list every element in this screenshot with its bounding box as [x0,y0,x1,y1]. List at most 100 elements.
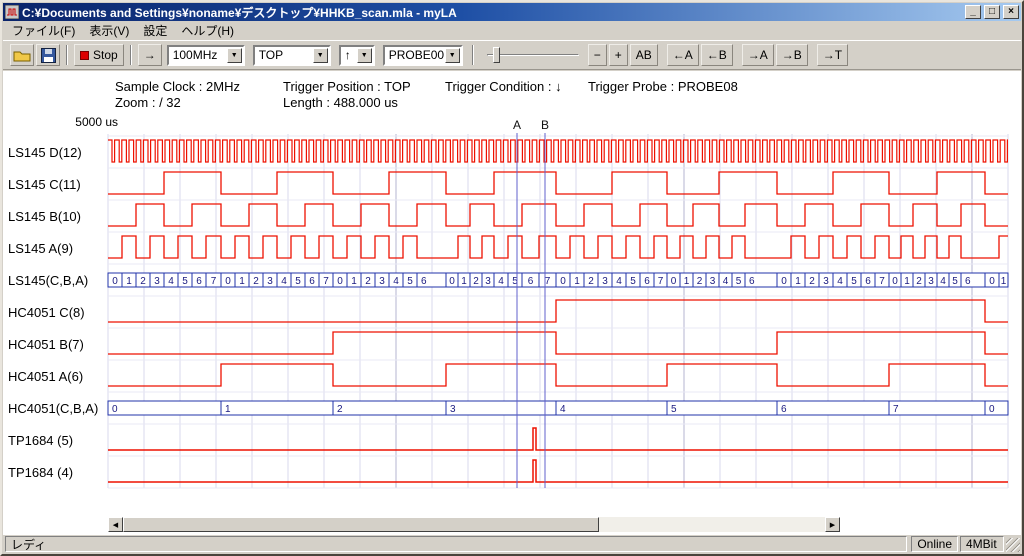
slider-thumb[interactable] [493,47,500,63]
bus-value: 2 [916,276,922,287]
bus-value: 4 [940,276,946,287]
zoom-out-button[interactable]: − [588,44,607,66]
bus-value: 0 [449,276,455,287]
bus-value: 7 [323,276,329,287]
trigger-probe-info: Trigger Probe : PROBE08 [588,79,738,94]
bus-value: 6 [528,276,534,287]
bus-value: 0 [989,276,995,287]
channel-label: LS145(C,B,A) [8,273,88,288]
menu-settings[interactable]: 設定 [136,20,174,41]
bus-value: 7 [879,276,885,287]
wave-bit [108,204,1008,226]
bus-value: 6 [196,276,202,287]
wave-bit [108,300,1008,322]
wave-bit [108,236,1008,258]
bus-value: 5 [952,276,958,287]
bus-value: 5 [295,276,301,287]
scrollbar-thumb[interactable] [123,517,599,532]
probe-select[interactable]: PROBE00 ▼ [383,45,463,66]
chevron-down-icon[interactable]: ▼ [227,48,242,63]
wave-comb [108,140,1008,162]
goto-trigger-button[interactable]: →T [817,44,848,66]
status-message: レディ [5,536,907,552]
stop-button[interactable]: Stop [74,44,124,66]
resize-grip-icon[interactable] [1006,538,1020,552]
bus-value: 6 [781,404,787,415]
channel-label: LS145 A(9) [8,241,73,256]
bus-value: 2 [365,276,371,287]
close-button[interactable]: × [1003,5,1019,19]
horizontal-scrollbar[interactable]: ◀ ▶ [108,517,840,532]
trigger-position-select[interactable]: TOP ▼ [253,45,331,66]
bus-value: 4 [723,276,729,287]
zoom-in-button[interactable]: + [609,44,628,66]
toolbar: Stop → 100MHz ▼ TOP ▼ ↑ ▼ PROBE00 ▼ − + … [3,40,1021,70]
bus-value: 3 [602,276,608,287]
bus-value: 4 [837,276,843,287]
goto-b-right-button[interactable]: →B [776,44,808,66]
title-bar[interactable]: C:¥Documents and Settings¥noname¥デスクトップ¥… [3,3,1021,21]
waveform-area[interactable]: 5000 usLS145 D(12)LS145 C(11)LS145 B(10)… [0,113,1024,507]
bus-value: 1 [795,276,801,287]
maximize-button[interactable]: □ [984,5,1000,19]
sample-clock-info: Sample Clock : 2MHz [115,79,240,94]
scroll-left-button[interactable]: ◀ [108,517,123,532]
zoom-slider[interactable] [487,45,579,65]
bus-value: 7 [545,276,551,287]
bus-value: 3 [485,276,491,287]
bus-value: 3 [267,276,273,287]
bus-value: 0 [892,276,898,287]
wave-bit [108,172,1008,194]
memory-status: 4MBit [960,536,1004,552]
trigger-edge-select[interactable]: ↑ ▼ [339,45,375,66]
bus-cell [108,401,221,415]
trigger-position-info: Trigger Position : TOP [283,79,411,94]
zoom-info: Zoom : / 32 [115,95,181,110]
stop-icon [80,51,89,60]
channel-label: TP1684 (5) [8,433,73,448]
bus-value: 5 [851,276,857,287]
bus-value: 1 [684,276,690,287]
scrollbar-track[interactable] [123,517,825,532]
toolbar-separator [66,45,68,65]
goto-a-left-button[interactable]: ←A [667,44,699,66]
channel-label: LS145 D(12) [8,145,82,160]
bus-value: 5 [671,404,677,415]
bus-cell [446,401,556,415]
ab-button[interactable]: AB [630,44,658,66]
bus-value: 4 [393,276,399,287]
goto-b-left-button[interactable]: ←B [701,44,733,66]
menu-bar: ファイル(F) 表示(V) 設定 ヘルプ(H) [3,21,1021,40]
chevron-down-icon[interactable]: ▼ [445,48,460,63]
bus-value: 1 [126,276,132,287]
chevron-down-icon[interactable]: ▼ [357,48,372,63]
scroll-right-button[interactable]: ▶ [825,517,840,532]
menu-file[interactable]: ファイル(F) [5,20,82,41]
chevron-down-icon[interactable]: ▼ [313,48,328,63]
bus-value: 0 [781,276,787,287]
slider-track[interactable] [487,54,579,56]
bus-value: 0 [337,276,343,287]
bus-value: 2 [588,276,594,287]
bus-value: 1 [239,276,245,287]
minimize-button[interactable]: _ [965,5,981,19]
sample-rate-select[interactable]: 100MHz ▼ [167,45,245,66]
bus-cell [556,401,667,415]
online-status: Online [911,536,958,552]
bus-value: 2 [697,276,703,287]
bus-value: 1 [351,276,357,287]
open-folder-icon [13,49,31,62]
goto-a-right-button[interactable]: →A [742,44,774,66]
bus-value: 3 [450,404,456,415]
cursor-b-label: B [541,118,549,132]
wave-bit [108,364,1008,386]
bus-value: 2 [140,276,146,287]
save-button[interactable] [36,44,60,66]
floppy-icon [41,48,56,63]
open-button[interactable] [10,44,34,66]
menu-help[interactable]: ヘルプ(H) [174,20,241,41]
run-button[interactable]: → [138,44,162,66]
toolbar-separator [472,45,474,65]
bus-value: 4 [498,276,504,287]
menu-view[interactable]: 表示(V) [82,20,136,41]
